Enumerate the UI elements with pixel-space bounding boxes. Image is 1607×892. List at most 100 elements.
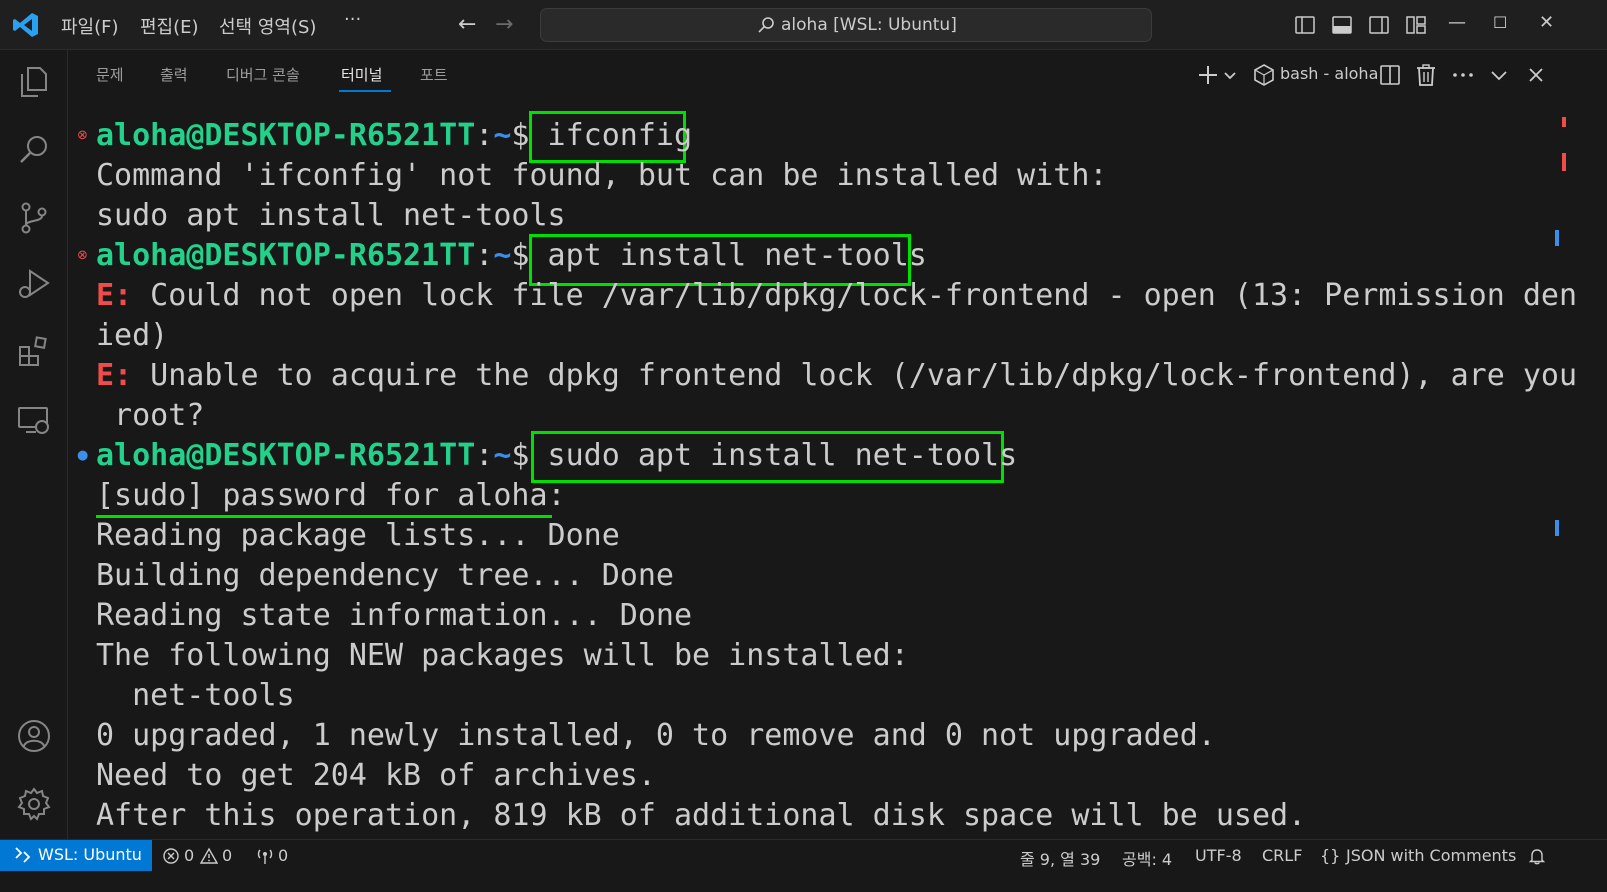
terminal-line: aloha@DESKTOP-R6521TT:~$ apt install net… [96,236,927,276]
toggle-panel-icon[interactable] [1331,14,1353,36]
toggle-primary-sidebar-icon[interactable] [1294,14,1316,36]
ports-count[interactable]: 0 [278,846,288,865]
terminal-line: E: Could not open lock file /var/lib/dpk… [96,276,1577,316]
scrollbar-command-mark [1555,520,1559,536]
cursor-position[interactable]: 줄 9, 열 39 [1020,846,1100,870]
close-window-icon[interactable]: ✕ [1539,12,1554,33]
encoding[interactable]: UTF-8 [1195,846,1242,865]
manage-gear-icon[interactable] [16,786,52,822]
terminal-line: aloha@DESKTOP-R6521TT:~$ ifconfig [96,116,692,156]
terminal-line: E: Unable to acquire the dpkg frontend l… [96,356,1577,396]
tab-ports[interactable]: 포트 [420,64,448,85]
error-prefix: E: [96,358,133,393]
terminal-line: ied) [96,318,169,353]
command-failed-icon[interactable]: ⊗ [77,128,88,143]
terminal-instance-name[interactable]: bash - aloha [1280,64,1378,83]
maximize-icon[interactable]: ☐ [1493,13,1507,32]
new-terminal-plus-icon[interactable] [1196,63,1220,87]
extensions-icon[interactable] [16,334,52,370]
prompt-colon: : [475,118,494,153]
prompt-dollar: $ [511,238,548,273]
indentation[interactable]: 공백: 4 [1122,846,1172,870]
tab-debug-console[interactable]: 디버그 콘솔 [226,64,300,85]
terminal-line: 0 upgraded, 1 newly installed, 0 to remo… [96,718,1216,753]
warning-icon[interactable] [200,847,218,865]
scrollbar-error-mark [1562,117,1566,127]
tab-terminal[interactable]: 터미널 [341,64,382,85]
terminal-line: Command 'ifconfig' not found, but can be… [96,158,1108,193]
prompt-user: aloha@DESKTOP-R6521TT [96,438,476,473]
language-mode[interactable]: JSON with Comments [1346,846,1516,865]
maximize-panel-chevron-icon[interactable] [1487,63,1511,87]
scrollbar-command-mark [1555,230,1559,246]
search-icon [758,17,774,33]
prompt-user: aloha@DESKTOP-R6521TT [96,238,476,273]
tab-problems[interactable]: 문제 [96,64,124,85]
toggle-secondary-sidebar-icon[interactable] [1368,14,1390,36]
minimize-icon[interactable]: — [1448,12,1466,33]
terminal-line: Building dependency tree... Done [96,558,674,593]
close-panel-icon[interactable] [1524,63,1548,87]
terminal-line: [sudo] password for aloha: [96,478,566,513]
split-terminal-icon[interactable] [1378,63,1402,87]
error-text: Unable to acquire the dpkg frontend lock… [132,358,1578,393]
menu-selection[interactable]: 선택 영역(S) [219,13,316,39]
run-and-debug-icon[interactable] [16,266,52,302]
activity-bar [0,50,68,861]
command-running-dot-icon[interactable]: ● [77,448,88,463]
command-text: sudo apt install net-tools [547,438,1018,473]
warning-count[interactable]: 0 [222,846,232,865]
title-bar: 파일(F) 편집(E) 선택 영역(S) ··· ← → aloha [WSL:… [0,0,1607,50]
prompt-path: ~ [493,118,512,153]
prompt-dollar: $ [511,438,548,473]
remote-connection-icon [15,847,31,863]
prompt-dollar: $ [511,118,548,153]
more-actions-icon[interactable] [1451,63,1475,87]
terminal-view[interactable]: ⊗ ⊗ ● aloha@DESKTOP-R6521TT:~$ ifconfig … [68,100,1607,861]
search-icon[interactable] [16,132,52,168]
notifications-bell-icon[interactable] [1528,847,1546,865]
vscode-logo-icon[interactable] [12,11,40,39]
command-text: apt install net-tools [547,238,927,273]
menu-more[interactable]: ··· [344,9,361,30]
prompt-path: ~ [493,238,512,273]
command-text: ifconfig [547,118,693,153]
kill-terminal-trash-icon[interactable] [1414,63,1438,87]
forward-arrow-icon[interactable]: → [495,12,513,37]
active-tab-indicator [339,90,391,92]
chevron-down-icon[interactable] [1222,63,1238,87]
command-failed-icon[interactable]: ⊗ [77,248,88,263]
ports-broadcast-icon[interactable] [256,847,274,865]
remote-explorer-icon[interactable] [16,402,52,438]
terminal-line: sudo apt install net-tools [96,198,566,233]
panel-header: 문제 출력 디버그 콘솔 터미널 포트 bash - aloha [68,50,1607,100]
terminal-line: Reading package lists... Done [96,518,620,553]
end-of-line[interactable]: CRLF [1262,846,1302,865]
command-center[interactable]: aloha [WSL: Ubuntu] [540,8,1152,42]
terminal-line: net-tools [96,678,295,713]
terminal-line: The following NEW packages will be insta… [96,638,909,673]
explorer-icon[interactable] [16,64,52,100]
terminal-scrollbar[interactable] [1552,117,1566,839]
source-control-icon[interactable] [16,200,52,236]
terminal-line: After this operation, 819 kB of addition… [96,798,1307,833]
remote-label: WSL: Ubuntu [38,845,142,864]
error-icon[interactable] [162,847,180,865]
menu-edit[interactable]: 편집(E) [140,13,199,39]
back-arrow-icon[interactable]: ← [458,12,476,37]
prompt-user: aloha@DESKTOP-R6521TT [96,118,476,153]
scrollbar-error-mark [1562,153,1566,171]
remote-indicator[interactable]: WSL: Ubuntu [0,840,152,871]
customize-layout-icon[interactable] [1405,14,1427,36]
prompt-colon: : [475,238,494,273]
menu-file[interactable]: 파일(F) [61,13,119,39]
terminal-line: Need to get 204 kB of archives. [96,758,656,793]
language-braces-icon[interactable]: {} [1320,846,1340,865]
tab-output[interactable]: 출력 [160,64,188,85]
command-center-label: aloha [WSL: Ubuntu] [781,15,957,35]
terminal-line: root? [96,398,205,433]
error-text: Could not open lock file /var/lib/dpkg/l… [132,278,1578,313]
terminal-profile-icon [1254,64,1274,86]
error-count[interactable]: 0 [184,846,194,865]
accounts-icon[interactable] [16,718,52,754]
